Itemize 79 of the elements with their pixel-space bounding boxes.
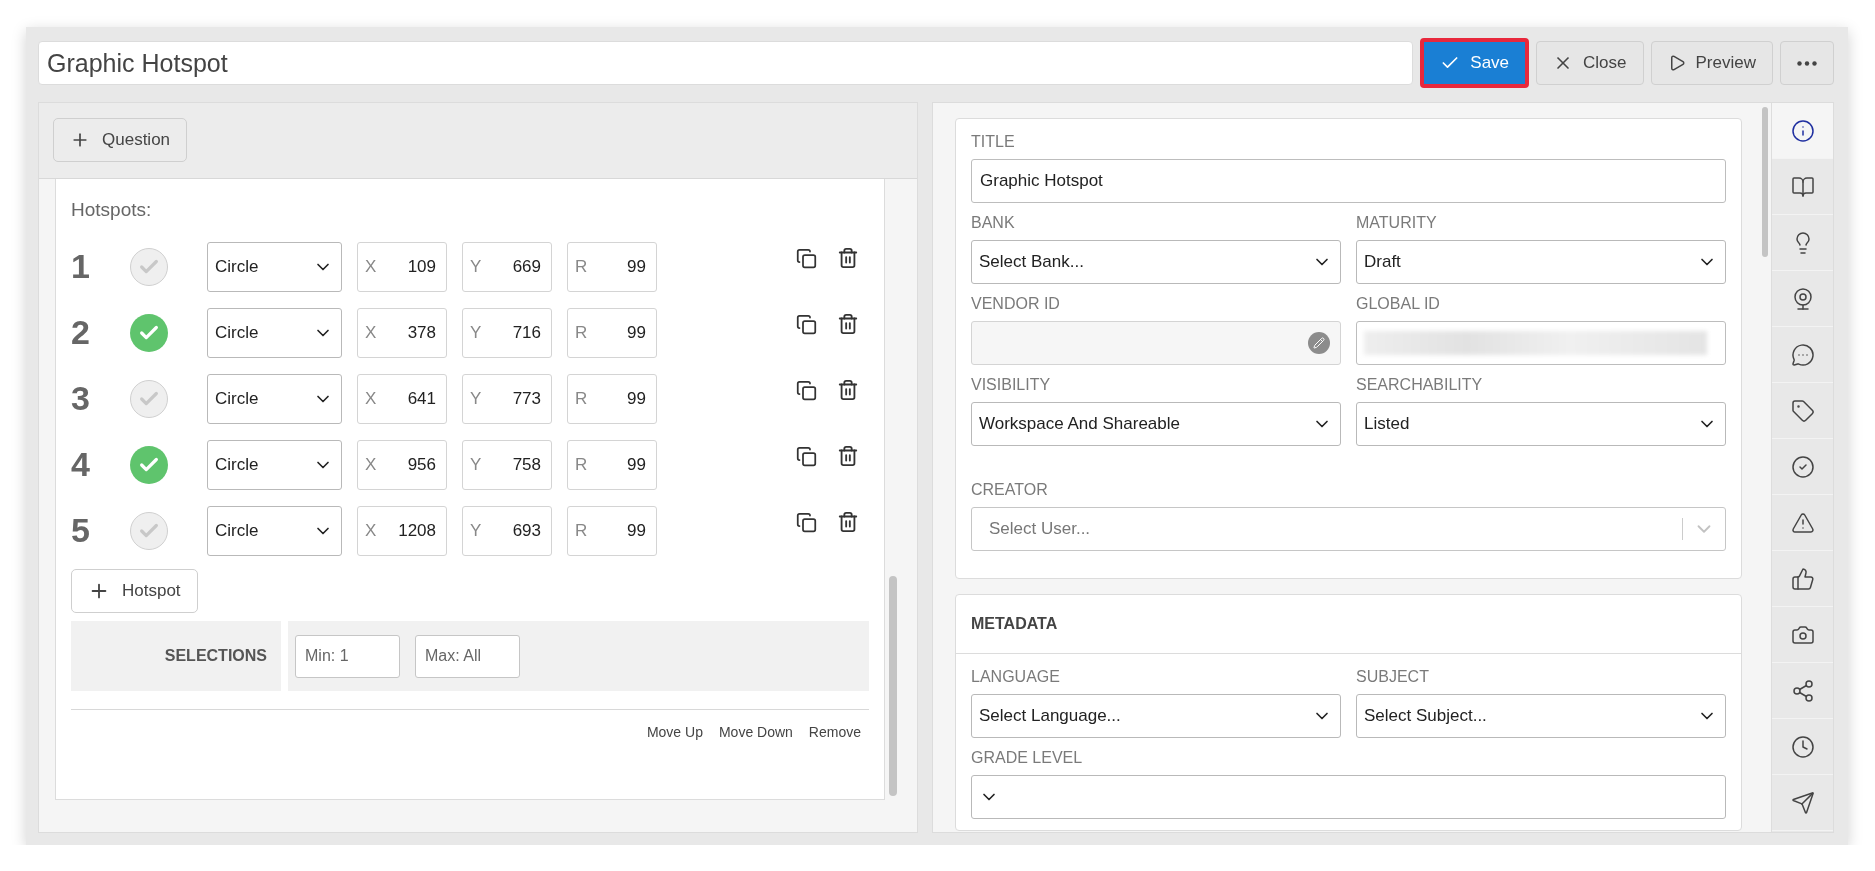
- dropdown-select[interactable]: Select Bank...: [971, 240, 1341, 284]
- axis-label: R: [575, 454, 588, 475]
- copy-icon[interactable]: [796, 313, 817, 335]
- title-input[interactable]: Graphic Hotspot: [38, 41, 1414, 85]
- hotspot-number: 1: [71, 247, 91, 286]
- dropdown-select[interactable]: Select Subject...: [1356, 694, 1726, 738]
- shape-select[interactable]: Circle: [207, 307, 342, 358]
- dropdown-select[interactable]: Draft: [1356, 240, 1726, 284]
- dropdown-select[interactable]: Select Language...: [971, 694, 1341, 738]
- axis-label: R: [575, 388, 588, 409]
- copy-icon[interactable]: [796, 511, 817, 533]
- copy-icon[interactable]: [796, 445, 817, 467]
- axis-label: X: [365, 520, 377, 541]
- text-field[interactable]: Graphic Hotspot: [971, 159, 1726, 203]
- more-button[interactable]: [1780, 41, 1834, 85]
- trash-icon[interactable]: [837, 511, 859, 533]
- hotspot-number: 4: [71, 445, 91, 484]
- section-heading: Hotspots:: [71, 199, 153, 221]
- hotspot-number: 5: [71, 511, 91, 550]
- max-input[interactable]: Max: All: [415, 634, 520, 678]
- dropdown-select[interactable]: Listed: [1356, 402, 1726, 446]
- axis-label: Y: [470, 388, 482, 409]
- field-label: VISIBILITY: [971, 376, 1052, 395]
- shape-select[interactable]: Circle: [207, 439, 342, 490]
- axis-label: X: [365, 322, 377, 343]
- axis-label: R: [575, 256, 588, 277]
- copy-icon[interactable]: [796, 247, 817, 269]
- field-label: LANGUAGE: [971, 668, 1061, 687]
- shape-select[interactable]: Circle: [207, 505, 342, 556]
- dropdown-select[interactable]: Workspace And Shareable: [971, 402, 1341, 446]
- add-hotspot-button[interactable]: Hotspot: [71, 569, 198, 613]
- correct-toggle[interactable]: [130, 511, 168, 550]
- shape-select[interactable]: Circle: [207, 373, 342, 424]
- selections-label: SELECTIONS: [164, 647, 267, 665]
- metadata-heading: METADATA: [971, 615, 1058, 632]
- info-icon[interactable]: [1772, 103, 1833, 159]
- field-label: GLOBAL ID: [1356, 295, 1441, 314]
- close-button[interactable]: Close: [1536, 41, 1644, 85]
- field-label: VENDOR ID: [971, 295, 1061, 314]
- hotspot-number: 3: [71, 379, 91, 418]
- correct-toggle[interactable]: [130, 379, 168, 418]
- axis-label: X: [365, 388, 377, 409]
- trash-icon[interactable]: [837, 379, 859, 401]
- axis-label: Y: [470, 454, 482, 475]
- user-select[interactable]: Select User...: [971, 507, 1726, 551]
- scrollbar-thumb[interactable]: [1762, 107, 1768, 257]
- field-label: SUBJECT: [1356, 668, 1430, 687]
- field-label: BANK: [971, 214, 1016, 233]
- preview-button[interactable]: Preview: [1650, 41, 1773, 85]
- action-link[interactable]: Move Up: [646, 724, 703, 740]
- min-input[interactable]: Min: 1: [295, 634, 400, 678]
- axis-label: Y: [470, 256, 482, 277]
- action-link[interactable]: Move Down: [718, 724, 793, 740]
- id-field[interactable]: [1356, 321, 1726, 365]
- field-label: CREATOR: [971, 481, 1049, 500]
- axis-label: X: [365, 454, 377, 475]
- field-label: TITLE: [971, 133, 1016, 152]
- shape-select[interactable]: Circle: [207, 241, 342, 292]
- save-button[interactable]: Save: [1420, 38, 1530, 88]
- field-label: SEARCHABILITY: [1356, 376, 1484, 395]
- scrollbar-thumb[interactable]: [889, 576, 897, 796]
- trash-icon[interactable]: [837, 445, 859, 467]
- field-label: GRADE LEVEL: [971, 749, 1084, 768]
- axis-label: Y: [470, 322, 482, 343]
- trash-icon[interactable]: [837, 247, 859, 269]
- copy-icon[interactable]: [796, 379, 817, 401]
- correct-toggle[interactable]: [130, 445, 168, 484]
- hotspot-number: 2: [71, 313, 91, 352]
- trash-icon[interactable]: [837, 313, 859, 335]
- axis-label: R: [575, 520, 588, 541]
- correct-toggle[interactable]: [130, 313, 168, 352]
- correct-toggle[interactable]: [130, 247, 168, 286]
- field-label: MATURITY: [1356, 214, 1438, 233]
- axis-label: Y: [470, 520, 482, 541]
- axis-label: X: [365, 256, 377, 277]
- axis-label: R: [575, 322, 588, 343]
- more-icon: [1797, 60, 1817, 66]
- action-link[interactable]: Remove: [808, 724, 861, 740]
- add-question-button[interactable]: Question: [53, 118, 188, 162]
